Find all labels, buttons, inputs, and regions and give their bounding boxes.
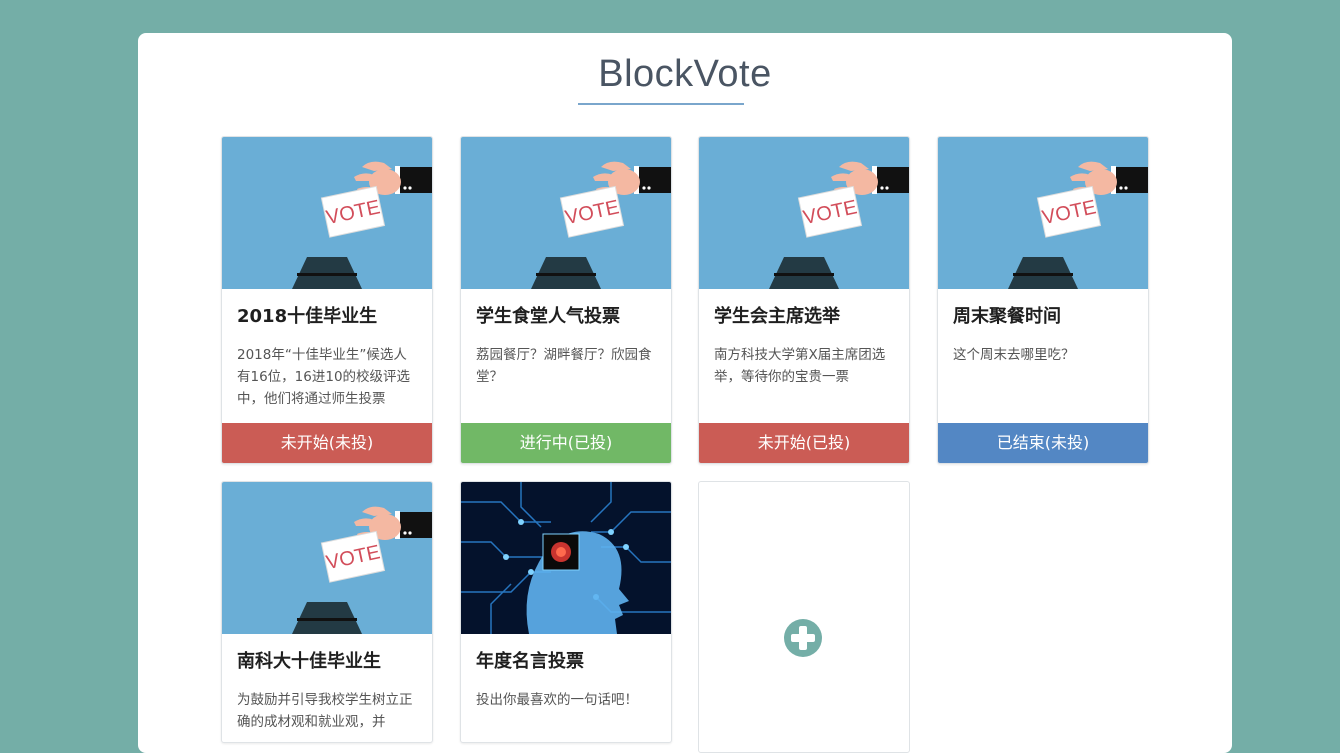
vote-card[interactable]: 学生食堂人气投票 荔园餐厅？湖畔餐厅？欣园食堂？ 进行中(已投): [460, 136, 672, 464]
card-status-button[interactable]: 进行中(已投): [461, 423, 671, 463]
vote-illustration-image: [222, 137, 432, 289]
card-status-button[interactable]: 未开始(已投): [699, 423, 909, 463]
card-title: 2018十佳毕业生: [237, 306, 378, 327]
card-title: 周末聚餐时间: [953, 306, 1061, 327]
ai-head-illustration-image: [461, 482, 671, 634]
card-title: 年度名言投票: [476, 651, 584, 672]
vote-illustration-image: [222, 482, 432, 634]
app-title: BlockVote: [598, 53, 772, 95]
add-vote-card[interactable]: [698, 481, 910, 753]
card-title: 学生食堂人气投票: [476, 306, 620, 327]
title-underline: [578, 103, 744, 105]
card-description: 南方科技大学第X届主席团选举，等待你的宝贵一票: [714, 347, 886, 385]
card-description: 荔园餐厅？湖畔餐厅？欣园食堂？: [476, 347, 652, 385]
vote-card[interactable]: 2018十佳毕业生 2018年“十佳毕业生”候选人有16位，16进10的校级评选…: [221, 136, 433, 464]
card-title: 学生会主席选举: [714, 306, 840, 327]
card-title: 南科大十佳毕业生: [237, 651, 381, 672]
plus-circle-icon[interactable]: [783, 618, 823, 658]
vote-illustration-image: [699, 137, 909, 289]
vote-card[interactable]: 年度名言投票 投出你最喜欢的一句话吧！: [460, 481, 672, 743]
card-description: 投出你最喜欢的一句话吧！: [476, 692, 638, 708]
main-panel: BlockVote 2018十佳毕业生 2018年“十佳毕业生”候选人有16位，…: [138, 33, 1232, 753]
card-description: 为鼓励并引导我校学生树立正确的成材观和就业观，并: [237, 692, 413, 730]
card-status-button[interactable]: 未开始(未投): [222, 423, 432, 463]
card-status-button[interactable]: 已结束(未投): [938, 423, 1148, 463]
vote-card[interactable]: 学生会主席选举 南方科技大学第X届主席团选举，等待你的宝贵一票 未开始(已投): [698, 136, 910, 464]
card-description: 2018年“十佳毕业生”候选人有16位，16进10的校级评选中，他们将通过师生投…: [237, 347, 411, 407]
vote-card[interactable]: 南科大十佳毕业生 为鼓励并引导我校学生树立正确的成材观和就业观，并: [221, 481, 433, 743]
vote-illustration-image: [461, 137, 671, 289]
card-description: 这个周末去哪里吃？: [953, 347, 1075, 363]
vote-card[interactable]: 周末聚餐时间 这个周末去哪里吃？ 已结束(未投): [937, 136, 1149, 464]
vote-illustration-image: [938, 137, 1148, 289]
